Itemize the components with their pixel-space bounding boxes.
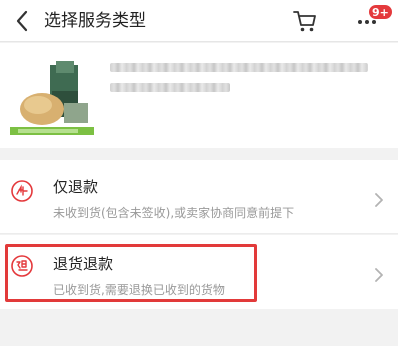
page-title: 选择服务类型 [44,11,146,31]
cart-icon [293,11,316,32]
back-button[interactable] [10,8,34,34]
chevron-right-icon [375,268,383,282]
header-bar: 选择服务类型 9+ [0,0,398,42]
option-title: 仅退款 [53,178,99,196]
option-refund-only[interactable]: 仅退款 未收到货(包含未签收),或卖家协商同意前提下 [0,160,398,234]
more-button[interactable]: 9+ [354,4,393,34]
chevron-left-icon [16,10,28,32]
return-refund-icon [11,255,33,277]
option-return-refund[interactable]: 退货退款 已收到货,需要退换已收到的货物 [0,235,398,309]
product-description-blurred [106,57,376,101]
notification-badge: 9+ [368,4,393,20]
option-subtitle: 未收到货(包含未签收),或卖家协商同意前提下 [53,206,295,220]
product-card [0,43,398,148]
product-thumbnail [8,57,96,139]
option-subtitle: 已收到货,需要退换已收到的货物 [53,283,225,297]
chevron-right-icon [375,193,383,207]
option-title: 退货退款 [53,255,114,273]
refund-icon [11,180,33,202]
more-dots-icon [358,20,376,24]
cart-button[interactable] [292,8,318,34]
